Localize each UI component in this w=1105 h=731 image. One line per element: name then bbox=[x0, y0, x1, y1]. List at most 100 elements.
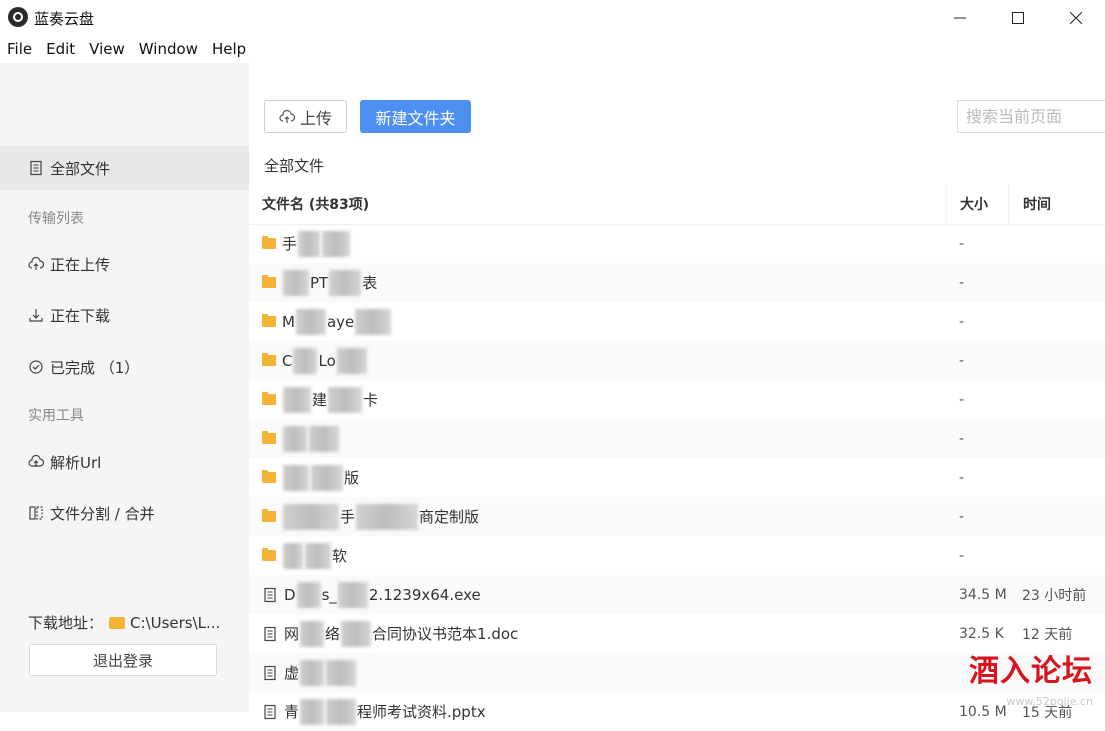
file-size-cell: - bbox=[959, 391, 965, 408]
redacted-region bbox=[326, 659, 357, 686]
file-time-cell: 23 小时前 bbox=[1022, 587, 1087, 604]
table-row[interactable]: Maye - bbox=[249, 302, 1105, 341]
folder-icon bbox=[262, 353, 276, 366]
file-size-cell: - bbox=[959, 508, 965, 525]
sidebar-item-label: 解析Url bbox=[50, 453, 102, 472]
redacted-region bbox=[337, 581, 368, 608]
search-input[interactable] bbox=[957, 100, 1105, 133]
main-panel: 上传 新建文件夹 全部文件 文件名 (共83项) 大小 时间 手-PT表-May… bbox=[249, 63, 1105, 725]
file-size-cell: - bbox=[959, 313, 965, 330]
maximize-icon bbox=[1012, 12, 1024, 24]
split-icon bbox=[29, 506, 43, 520]
file-name-text: 2.1239x64.exe bbox=[368, 585, 481, 604]
minimize-icon bbox=[954, 17, 966, 19]
redacted-region bbox=[283, 542, 303, 569]
file-size-cell: - bbox=[959, 469, 965, 486]
sidebar-item-downloading[interactable]: 正在下载 bbox=[0, 293, 249, 337]
download-path-value[interactable]: C:\Users\L... bbox=[130, 614, 220, 632]
redacted-region bbox=[283, 425, 307, 452]
redacted-region bbox=[283, 464, 309, 491]
sidebar-item-completed[interactable]: 已完成 （1） bbox=[0, 345, 249, 389]
table-row[interactable]: - bbox=[249, 419, 1105, 458]
file-name-text: 表 bbox=[362, 274, 378, 292]
folder-icon bbox=[109, 616, 126, 629]
file-size-cell: - bbox=[959, 235, 965, 252]
folder-icon bbox=[262, 470, 276, 483]
menu-window[interactable]: Window bbox=[132, 36, 205, 63]
file-name-text: s_ bbox=[321, 585, 337, 604]
column-name-header[interactable]: 文件名 (共83项) bbox=[262, 184, 369, 224]
file-icon bbox=[264, 587, 276, 602]
table-row[interactable]: 版- bbox=[249, 458, 1105, 497]
logout-button[interactable]: 退出登录 bbox=[29, 644, 217, 676]
file-name-cell: 版 bbox=[262, 458, 359, 497]
file-name-cell: Ds_ 2.1239x64.exe bbox=[262, 575, 481, 614]
cloud-icon bbox=[28, 454, 44, 467]
file-size-cell: 34.5 M bbox=[959, 586, 1007, 603]
redacted-region bbox=[311, 464, 343, 491]
file-name-cell: 手 商定制版 bbox=[262, 497, 479, 536]
file-name-text: aye bbox=[326, 312, 355, 331]
sidebar-item-parse-url[interactable]: 解析Url bbox=[0, 440, 249, 484]
folder-icon bbox=[262, 236, 276, 249]
folder-icon bbox=[262, 275, 276, 288]
menu-edit[interactable]: Edit bbox=[39, 36, 82, 63]
close-button[interactable] bbox=[1047, 0, 1105, 36]
file-name-text: 卡 bbox=[363, 391, 379, 409]
sidebar: 全部文件 传输列表 正在上传 正在下载 已完成 （1） 实用工具 解析Url 文… bbox=[0, 63, 249, 712]
download-icon bbox=[29, 309, 43, 322]
title-bar: 蓝奏云盘 bbox=[0, 0, 1105, 36]
menu-file[interactable]: File bbox=[0, 36, 39, 63]
table-row[interactable]: 软- bbox=[249, 536, 1105, 575]
table-row[interactable]: 手- bbox=[249, 224, 1105, 263]
table-row[interactable]: C Lo - bbox=[249, 341, 1105, 380]
redacted-region bbox=[283, 386, 311, 413]
window-title: 蓝奏云盘 bbox=[34, 10, 95, 28]
upload-button[interactable]: 上传 bbox=[264, 100, 347, 133]
new-folder-button[interactable]: 新建文件夹 bbox=[360, 100, 471, 133]
upload-label: 上传 bbox=[299, 108, 332, 128]
column-size-header[interactable]: 大小 bbox=[946, 184, 1008, 224]
sidebar-item-all-files[interactable]: 全部文件 bbox=[0, 146, 249, 190]
maximize-button[interactable] bbox=[989, 0, 1047, 36]
redacted-region bbox=[336, 347, 367, 374]
breadcrumb[interactable]: 全部文件 bbox=[264, 155, 324, 176]
redacted-region bbox=[329, 269, 362, 296]
file-icon bbox=[264, 665, 276, 680]
file-name-cell: C Lo bbox=[262, 341, 368, 380]
minimize-button[interactable] bbox=[931, 0, 989, 36]
redacted-region bbox=[283, 269, 309, 296]
column-time-header[interactable]: 时间 bbox=[1008, 184, 1105, 224]
menu-view[interactable]: View bbox=[82, 36, 132, 63]
file-size-cell: - bbox=[959, 547, 965, 564]
file-name-text: 手 bbox=[282, 235, 298, 253]
redacted-region bbox=[322, 230, 351, 257]
table-row[interactable]: PT 表 - bbox=[249, 263, 1105, 302]
menu-bar: File Edit View Window Help bbox=[0, 36, 1105, 63]
redacted-region bbox=[295, 308, 326, 335]
file-name-text: PT bbox=[310, 273, 329, 292]
redacted-region bbox=[305, 542, 331, 569]
file-name-text: 络 bbox=[325, 625, 341, 643]
redacted-region bbox=[300, 659, 325, 686]
sidebar-item-split-merge[interactable]: 文件分割 / 合并 bbox=[0, 491, 249, 535]
redacted-region bbox=[355, 308, 392, 335]
table-row[interactable]: Ds_ 2.1239x64.exe 34.5 M 23 小时前 bbox=[249, 575, 1105, 614]
file-name-text: 版 bbox=[344, 469, 360, 487]
file-name-text: 网 bbox=[284, 625, 300, 643]
file-name-text: D bbox=[284, 585, 296, 604]
table-row[interactable]: 手 商定制版 - bbox=[249, 497, 1105, 536]
file-name-text: 虚 bbox=[284, 664, 300, 682]
table-row[interactable]: 建卡- bbox=[249, 380, 1105, 419]
section-transfer-list: 传输列表 bbox=[28, 211, 84, 227]
sidebar-item-uploading[interactable]: 正在上传 bbox=[0, 242, 249, 286]
file-name-cell: 虚 bbox=[262, 653, 357, 692]
cloud-upload-icon bbox=[28, 256, 44, 270]
check-circle-icon bbox=[29, 360, 43, 374]
sidebar-item-label: 正在上传 bbox=[50, 255, 111, 274]
file-size-cell: - bbox=[959, 352, 965, 369]
file-name-cell: PT 表 bbox=[262, 263, 377, 302]
file-icon bbox=[264, 626, 276, 641]
menu-help[interactable]: Help bbox=[205, 36, 253, 63]
sidebar-item-label: 正在下载 bbox=[50, 306, 111, 325]
